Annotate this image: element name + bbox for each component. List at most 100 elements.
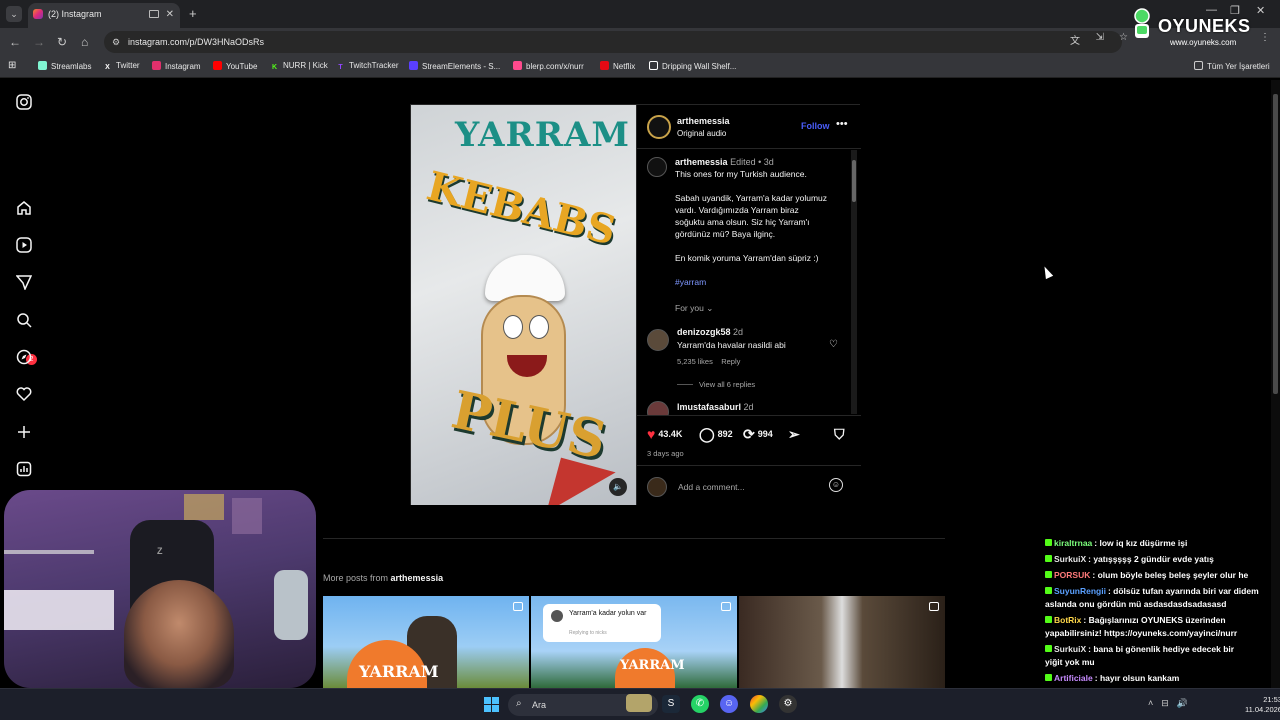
system-tray-icons[interactable]: ˄⊟🔊 [1148,698,1196,709]
tab-search-button[interactable]: ⌄ [6,6,22,22]
comments-scrollbar[interactable] [851,150,857,414]
steam-icon[interactable]: S [662,695,680,713]
mute-toggle-icon[interactable]: 🔈 [609,478,627,496]
comment-username[interactable]: denizozgk58 2d [677,327,743,337]
comment-input[interactable]: Add a comment... [678,482,745,492]
author-username[interactable]: arthemessia [677,116,730,126]
author-avatar[interactable] [647,115,671,139]
install-app-icon[interactable]: ⇲ [1096,32,1104,43]
messages-icon[interactable] [14,274,34,294]
chrome-icon[interactable] [750,695,768,713]
more-posts-author[interactable]: arthemessia [391,573,444,583]
save-button[interactable]: ⛉ [834,426,848,443]
instagram-logo-icon[interactable] [14,94,34,114]
bookmark-twitter[interactable]: X Twitter [103,61,139,72]
more-post-thumbnail[interactable]: Yarram'a kadar yolun var Replying to nic… [531,596,737,688]
view-replies-button[interactable]: View all 6 replies [676,380,755,389]
comment-meta: 5,235 likes Reply [677,357,740,366]
explore-icon[interactable] [14,349,34,369]
emoji-icon[interactable]: ☺ [829,478,843,492]
translate-icon[interactable]: 文 [1070,32,1080,47]
tab-instagram[interactable]: (2) Instagram ✕ [28,3,180,28]
post-actions: ♥ 43.4K ◯ 892 ⟳ 994 ➢ ⛉ 3 days ago [637,415,861,461]
comment-avatar[interactable] [647,329,669,351]
caption-author-avatar[interactable] [647,157,667,177]
bookmark-instagram[interactable]: Instagram [152,61,201,71]
follow-button[interactable]: Follow [801,121,830,131]
more-post-thumbnail[interactable]: YARRAM [323,596,529,688]
bookmark-netflix[interactable]: Netflix [600,61,635,71]
search-highlight-icon[interactable] [626,694,652,712]
post-header: arthemessia Original audio Follow ••• [637,105,861,149]
stream-chat-overlay: kiraltrnaa: low iq kız düşürme işi Surku… [1041,536,1280,688]
bookmark-kick[interactable]: K NURR | Kick [270,61,328,72]
scrollbar-thumb[interactable] [852,160,856,202]
repost-button[interactable]: ⟳ 994 [743,426,773,443]
browser-menu-icon[interactable]: ⋮ [1260,32,1270,43]
for-you-dropdown[interactable]: For you ⌄ [675,303,713,314]
comment-count: 892 [717,429,733,439]
notifications-icon[interactable] [14,386,34,406]
caption-author[interactable]: arthemessia Edited • 3d [675,157,774,167]
dashboard-icon[interactable] [14,461,34,481]
bookmarks-folder[interactable]: Tüm Yer İşaretleri [1194,61,1270,71]
home-icon[interactable]: ⌂ [81,35,88,49]
forward-icon[interactable]: → [33,35,45,49]
post-media[interactable]: YARRAM KEBABS PLUS 🔈 [411,105,636,505]
bookmark-streamlabs[interactable]: Streamlabs [38,61,91,71]
more-options-icon[interactable]: ••• [836,118,848,130]
site-info-icon[interactable]: ⚙ [112,37,120,48]
bookmark-streamelements[interactable]: StreamElements - S... [409,61,500,71]
reload-icon[interactable]: ↻ [57,35,67,49]
start-button-icon[interactable] [484,697,499,712]
chat-message: SuyunRengii: dölsüz tufan ayarında biri … [1045,586,1259,598]
oyuneks-brand: OYUNEKS [1158,16,1251,36]
windows-taskbar: ⌕ Ara S ✆ ☺ ⚙ ˄⊟🔊 21:53 11.04.2026 [0,688,1280,720]
comments-scroll-area[interactable]: arthemessia Edited • 3d This ones for my… [637,149,861,415]
caption-line-4: soğuktu ama olsun. Siz hiç Yarram'ı [675,217,810,227]
bubble-text: Yarram'a kadar yolun var [569,610,647,617]
tab-title: (2) Instagram [48,9,102,19]
reels-icon[interactable] [14,237,34,257]
caption-line-6: En komik yoruma Yarram'dan süpriz :) [675,253,819,263]
tab-pip-icon[interactable] [149,10,159,18]
comment-button[interactable]: ◯ 892 [699,426,733,443]
search-icon[interactable] [14,312,34,332]
bookmark-youtube[interactable]: YouTube [213,61,257,71]
apps-grid-icon[interactable]: ⊞ [8,60,16,71]
oyuneks-url: www.oyuneks.com [1170,38,1237,47]
discord-icon[interactable]: ☺ [720,695,738,713]
streamer-person [124,580,234,688]
bookmark-twitchtracker[interactable]: T TwitchTracker [336,61,398,72]
caption-line-5: gördünüz mü? Baya ilginç. [675,229,776,239]
bookmark-dripping-wall-shelf[interactable]: Dripping Wall Shelf... [649,61,736,71]
shelf [4,550,94,554]
tab-close-icon[interactable]: ✕ [166,9,174,20]
comment-like-icon[interactable]: ♡ [829,339,838,350]
audio-label[interactable]: Original audio [677,129,726,138]
back-icon[interactable]: ← [9,35,21,49]
oyuneks-overlay: OYUNEKS www.oyuneks.com [1128,6,1258,52]
page-scrollbar[interactable] [1271,80,1280,688]
bookmark-blerp[interactable]: blerp.com/x/nurr [513,61,584,71]
chat-message: BotRix: Bağışlarınızı OYUNEKS üzerinden [1045,615,1226,627]
comment-avatar[interactable] [647,401,669,415]
like-button[interactable]: ♥ 43.4K [647,426,682,442]
taskbar-clock[interactable]: 21:53 11.04.2026 [1245,695,1280,715]
bubble-sub: Replying to nicks [569,630,607,636]
more-post-thumbnail[interactable] [739,596,945,688]
settings-icon[interactable]: ⚙ [779,695,797,713]
chat-message: PORSUK: olum böyle beleş beleş şeyler ol… [1045,570,1248,582]
share-button[interactable]: ➢ [788,426,803,443]
page-scrollbar-thumb[interactable] [1273,94,1278,394]
bookmark-star-icon[interactable]: ☆ [1119,32,1128,43]
whatsapp-icon[interactable]: ✆ [691,695,709,713]
reply-button[interactable]: Reply [721,357,740,366]
share-icon: ➢ [788,426,800,442]
home-icon[interactable] [14,200,34,220]
address-bar[interactable]: ⚙ instagram.com/p/DW3HNaODsRs [104,31,1122,53]
comment-username[interactable]: lmustafasaburl 2d [677,402,754,412]
new-tab-button[interactable]: + [189,6,197,21]
hashtag-link[interactable]: #yarram [675,277,706,287]
create-icon[interactable] [14,424,34,444]
